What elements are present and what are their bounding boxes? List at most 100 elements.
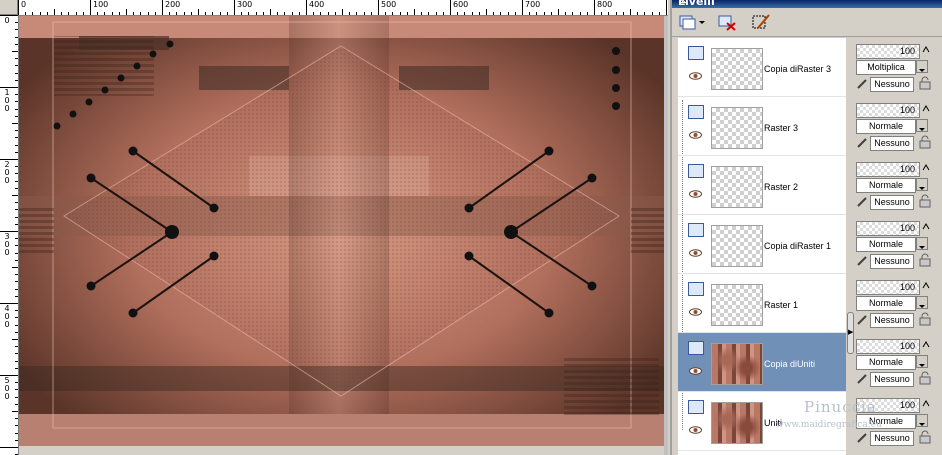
- panel-splitter[interactable]: ▶: [846, 38, 854, 455]
- ruler-tick: [12, 123, 18, 124]
- layer-row[interactable]: Copia diRaster 3: [678, 38, 846, 97]
- layer-name[interactable]: Copia diRaster 1: [764, 241, 831, 251]
- layer-name[interactable]: Copia diRaster 3: [764, 64, 831, 74]
- chevron-down-icon[interactable]: [916, 414, 928, 427]
- ruler-tick: [15, 73, 18, 74]
- visibility-eye-icon[interactable]: [689, 367, 702, 375]
- opacity-arrow-icon[interactable]: [922, 162, 930, 174]
- layer-row[interactable]: Raster 3: [678, 97, 846, 156]
- opacity-slider[interactable]: 100: [856, 221, 920, 236]
- raster-layer-icon: [688, 105, 704, 119]
- lock-icon[interactable]: [918, 430, 932, 444]
- layer-row[interactable]: Uniti: [678, 392, 846, 451]
- opacity-slider[interactable]: 100: [856, 339, 920, 354]
- close-icon[interactable]: ✕: [678, 0, 940, 6]
- lock-icon[interactable]: [918, 371, 932, 385]
- image-canvas[interactable]: [19, 16, 664, 446]
- canvas-scrollbar[interactable]: [664, 16, 668, 455]
- blend-mode-select[interactable]: Normale: [856, 414, 916, 429]
- chevron-down-icon[interactable]: [698, 12, 708, 32]
- ruler-label: 0: [4, 104, 10, 113]
- expand-arrow-icon[interactable]: ▶: [848, 328, 853, 336]
- chevron-down-icon[interactable]: [916, 178, 928, 191]
- layer-thumbnail[interactable]: [711, 166, 763, 208]
- layer-name[interactable]: Raster 2: [764, 182, 798, 192]
- chevron-down-icon[interactable]: [916, 119, 928, 132]
- ruler-tick: [623, 12, 624, 15]
- chevron-down-icon[interactable]: [916, 296, 928, 309]
- visibility-eye-icon[interactable]: [689, 190, 702, 198]
- visibility-eye-icon[interactable]: [689, 308, 702, 316]
- lock-icon[interactable]: [918, 253, 932, 267]
- raster-layer-icon: [688, 46, 704, 60]
- opacity-slider[interactable]: 100: [856, 162, 920, 177]
- ruler-tick: [378, 0, 379, 15]
- chevron-down-icon[interactable]: [916, 237, 928, 250]
- opacity-slider[interactable]: 100: [856, 103, 920, 118]
- opacity-arrow-icon[interactable]: [922, 280, 930, 292]
- ruler-label: 100: [93, 0, 109, 9]
- layer-name[interactable]: Uniti: [764, 418, 782, 428]
- mask-select[interactable]: Nessuno: [870, 372, 914, 387]
- raster-layer-icon: [688, 164, 704, 178]
- layer-name[interactable]: Raster 1: [764, 300, 798, 310]
- blend-mode-select[interactable]: Normale: [856, 296, 916, 311]
- visibility-eye-icon[interactable]: [689, 249, 702, 257]
- opacity-slider[interactable]: 100: [856, 398, 920, 413]
- ruler-tick: [140, 12, 141, 15]
- ruler-tick: [104, 12, 105, 15]
- opacity-slider[interactable]: 100: [856, 44, 920, 59]
- layer-name[interactable]: Raster 3: [764, 123, 798, 133]
- visibility-eye-icon[interactable]: [689, 131, 702, 139]
- chevron-down-icon[interactable]: [916, 60, 928, 73]
- layer-thumbnail[interactable]: [711, 343, 763, 385]
- ruler-tick: [421, 12, 422, 15]
- new-layer-icon[interactable]: [678, 12, 700, 32]
- layer-thumbnail[interactable]: [711, 225, 763, 267]
- ruler-tick: [15, 425, 18, 426]
- layer-row[interactable]: Raster 2: [678, 156, 846, 215]
- mask-select[interactable]: Nessuno: [870, 195, 914, 210]
- mask-select[interactable]: Nessuno: [870, 431, 914, 446]
- mask-select[interactable]: Nessuno: [870, 77, 914, 92]
- layer-thumbnail[interactable]: [711, 48, 763, 90]
- layer-row[interactable]: Raster 1: [678, 274, 846, 333]
- edit-layer-icon[interactable]: [750, 12, 772, 32]
- layer-thumbnail[interactable]: [711, 284, 763, 326]
- chevron-down-icon[interactable]: [916, 355, 928, 368]
- blend-mode-select[interactable]: Normale: [856, 178, 916, 193]
- opacity-arrow-icon[interactable]: [922, 398, 930, 410]
- blend-mode-select[interactable]: Normale: [856, 355, 916, 370]
- ruler-tick: [371, 12, 372, 15]
- visibility-eye-icon[interactable]: [689, 426, 702, 434]
- layer-thumbnail[interactable]: [711, 402, 763, 444]
- blend-mode-select[interactable]: Normale: [856, 237, 916, 252]
- ruler-label: 0: [4, 248, 10, 257]
- ruler-tick: [15, 44, 18, 45]
- layer-row[interactable]: Copia diRaster 1: [678, 215, 846, 274]
- lock-icon[interactable]: [918, 135, 932, 149]
- layer-row[interactable]: Copia diUniti: [678, 333, 846, 392]
- opacity-slider[interactable]: 100: [856, 280, 920, 295]
- mask-select[interactable]: Nessuno: [870, 136, 914, 151]
- opacity-arrow-icon[interactable]: [922, 103, 930, 115]
- delete-layer-icon[interactable]: [716, 12, 738, 32]
- ruler-tick: [15, 29, 18, 30]
- ruler-tick: [15, 109, 18, 110]
- visibility-eye-icon[interactable]: [689, 72, 702, 80]
- ruler-tick: [241, 12, 242, 15]
- blend-mode-select[interactable]: Moltiplica: [856, 60, 916, 75]
- layer-thumbnail[interactable]: [711, 107, 763, 149]
- opacity-arrow-icon[interactable]: [922, 221, 930, 233]
- mask-select[interactable]: Nessuno: [870, 313, 914, 328]
- opacity-arrow-icon[interactable]: [922, 44, 930, 56]
- ruler-tick: [162, 0, 163, 15]
- opacity-arrow-icon[interactable]: [922, 339, 930, 351]
- lock-icon[interactable]: [918, 76, 932, 90]
- layer-name[interactable]: Copia diUniti: [764, 359, 815, 369]
- opacity-value: 100: [899, 223, 915, 233]
- lock-icon[interactable]: [918, 312, 932, 326]
- blend-mode-select[interactable]: Normale: [856, 119, 916, 134]
- lock-icon[interactable]: [918, 194, 932, 208]
- mask-select[interactable]: Nessuno: [870, 254, 914, 269]
